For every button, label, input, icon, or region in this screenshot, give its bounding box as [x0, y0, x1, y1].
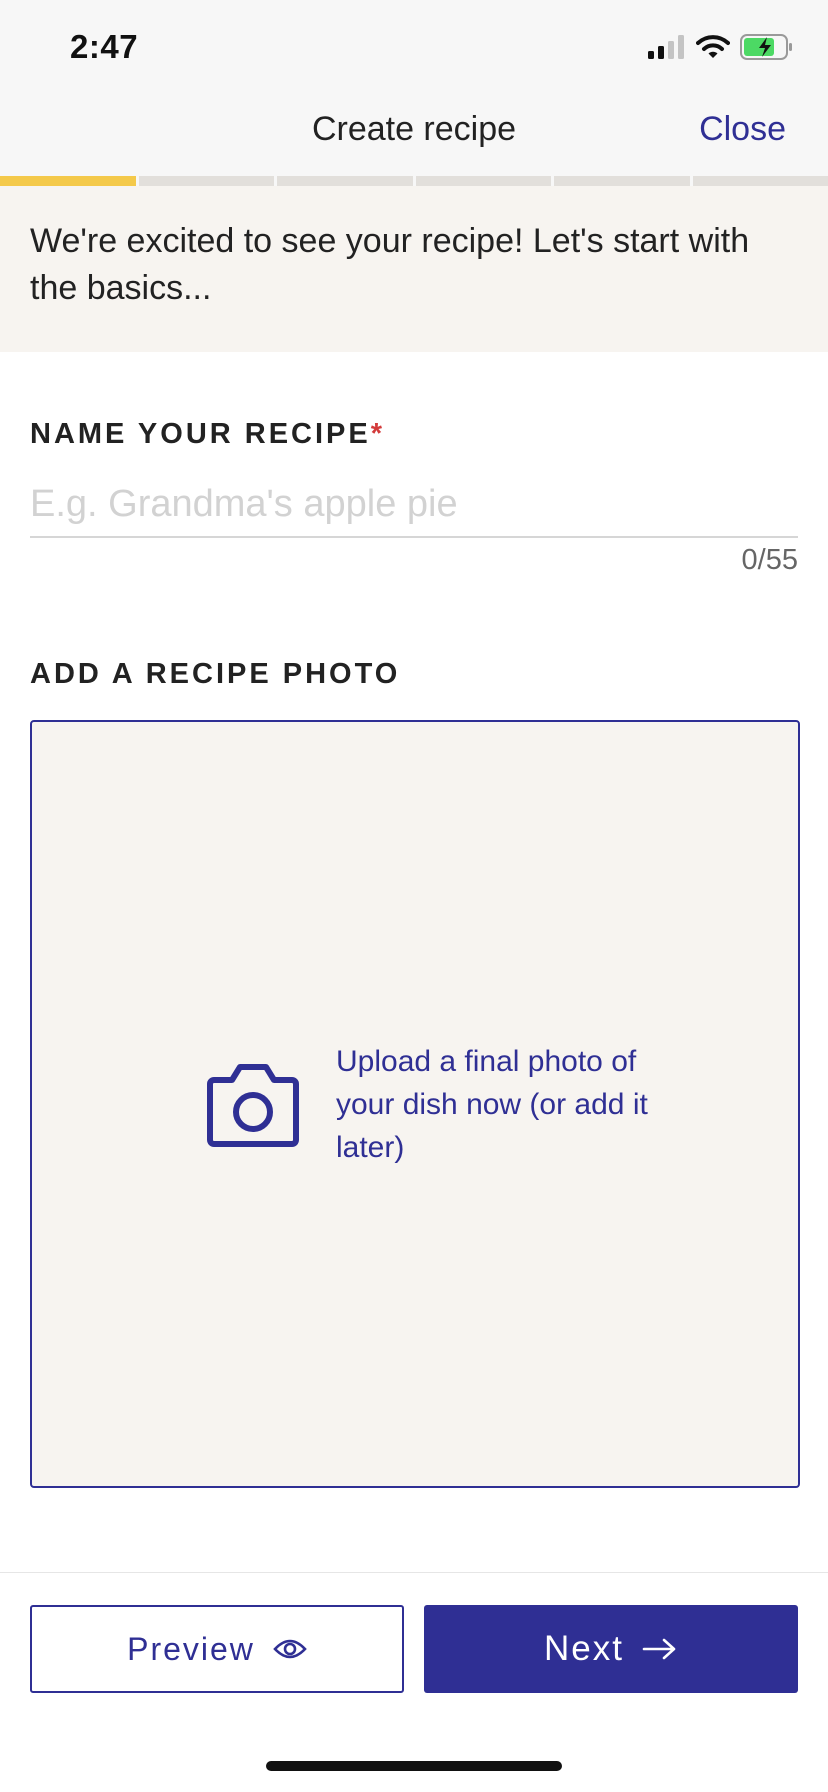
- recipe-name-input[interactable]: [30, 472, 798, 538]
- progress-step: [415, 176, 551, 186]
- progress-step: [277, 176, 413, 186]
- status-time: 2:47: [70, 28, 139, 65]
- next-button-label: Next: [544, 1629, 624, 1668]
- recipe-name-label: NAME YOUR RECIPE*: [30, 418, 385, 451]
- preview-button-label: Preview: [127, 1630, 255, 1667]
- intro-banner: We're excited to see your recipe! Let's …: [0, 186, 828, 352]
- signal-icon: [648, 35, 684, 59]
- status-bar: 2:47: [0, 0, 828, 96]
- photo-upload-area[interactable]: Upload a final photo of your dish now (o…: [30, 720, 800, 1488]
- progress-step-active: [0, 176, 136, 186]
- home-indicator: [266, 1761, 562, 1771]
- character-counter: 0/55: [741, 544, 798, 576]
- close-button[interactable]: Close: [699, 110, 786, 149]
- preview-button[interactable]: Preview: [30, 1605, 404, 1693]
- progress-step: [692, 176, 828, 186]
- status-icons: [648, 34, 794, 60]
- intro-text: We're excited to see your recipe! Let's …: [30, 222, 750, 307]
- upload-photo-text: Upload a final photo of your dish now (o…: [336, 1045, 648, 1164]
- progress-step: [554, 176, 690, 186]
- progress-step: [138, 176, 274, 186]
- camera-icon: [207, 1064, 299, 1147]
- required-marker: *: [370, 418, 386, 450]
- next-button[interactable]: Next: [424, 1605, 798, 1693]
- nav-bar: Create recipe Close: [0, 96, 828, 176]
- footer-divider: [0, 1572, 828, 1573]
- eye-icon: [273, 1639, 307, 1659]
- battery-charging-icon: [740, 34, 792, 60]
- recipe-photo-label: ADD A RECIPE PHOTO: [30, 658, 401, 690]
- recipe-name-label-text: NAME YOUR RECIPE: [30, 418, 371, 450]
- arrow-right-icon: [642, 1638, 676, 1660]
- progress-bar: [0, 176, 828, 186]
- wifi-icon: [696, 35, 730, 58]
